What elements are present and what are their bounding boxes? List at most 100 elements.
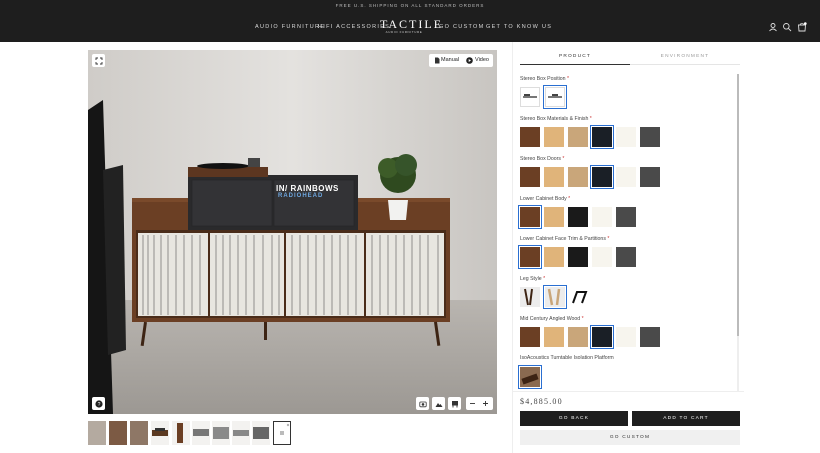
swatch-position-1[interactable] (520, 87, 540, 107)
total-price: $4,885.00 (520, 397, 563, 406)
swatch-gray[interactable] (640, 167, 660, 187)
help-button[interactable]: ? (92, 397, 105, 410)
tab-divider (630, 64, 740, 65)
nav-go-custom[interactable]: GO CUSTOM (439, 24, 485, 30)
media-toggle: Manual Video (429, 54, 493, 67)
swatch-gray[interactable] (640, 127, 660, 147)
option-label: Stereo Box Position * (520, 76, 569, 82)
swatch-black[interactable] (568, 207, 588, 227)
cart-icon[interactable] (797, 22, 807, 32)
option-label-text: Stereo Box Position (520, 76, 566, 82)
video-icon (466, 57, 473, 64)
swatch-oak[interactable] (568, 127, 588, 147)
swatch-oak[interactable] (568, 327, 588, 347)
tab-active-indicator (520, 64, 630, 65)
swatch-walnut[interactable] (520, 167, 540, 187)
mountain-icon (435, 402, 442, 407)
product-image-viewer[interactable]: IN/ RAINBOWS RADIOHEAD Manual Video ? (88, 50, 497, 414)
video-link[interactable]: Video (475, 57, 489, 63)
option-label-text: Stereo Box Doors (520, 156, 561, 162)
swatch-position-2[interactable] (543, 85, 567, 109)
brand-logo[interactable]: TACTILE AUDIO FURNITURE (380, 17, 444, 34)
manual-link[interactable]: Manual (441, 57, 459, 63)
swatch-oak[interactable] (568, 167, 588, 187)
swatch-white[interactable] (616, 127, 636, 147)
swatch-black[interactable] (568, 247, 588, 267)
swatch-black[interactable] (590, 125, 614, 149)
swatch-black[interactable] (590, 165, 614, 189)
swatch-black[interactable] (590, 325, 614, 349)
swatch-white[interactable] (616, 327, 636, 347)
swatch-maple[interactable] (544, 167, 564, 187)
swatch-gray[interactable] (616, 207, 636, 227)
swatch-gray[interactable] (616, 247, 636, 267)
swatch-white[interactable] (592, 207, 612, 227)
thumbnail[interactable] (130, 421, 148, 445)
camera-button[interactable] (416, 397, 429, 410)
swatch-maple[interactable] (544, 127, 564, 147)
ar-button[interactable] (448, 397, 461, 410)
scrollbar-thumb[interactable] (737, 74, 739, 336)
thumbnail-image (193, 429, 209, 436)
swatch-maple[interactable] (544, 247, 564, 267)
zoom-out-icon[interactable] (469, 400, 476, 407)
thumbnail[interactable] (172, 421, 190, 445)
panel-scrollbar[interactable] (737, 74, 739, 392)
thumbnail[interactable] (88, 421, 106, 445)
thumbnail[interactable] (151, 421, 169, 445)
swatch-walnut[interactable] (518, 205, 542, 229)
tab-environment[interactable]: ENVIRONMENT (630, 54, 740, 59)
required-marker: * (581, 316, 584, 322)
album-artist: RADIOHEAD (278, 193, 324, 199)
promo-banner: FREE U.S. SHIPPING ON ALL STANDARD ORDER… (335, 3, 485, 8)
swatch-walnut[interactable] (520, 327, 540, 347)
thumbnail[interactable] (232, 421, 250, 445)
swatch-white[interactable] (616, 167, 636, 187)
album-title: IN/ RAINBOWS (276, 184, 339, 193)
swatch-gray[interactable] (640, 327, 660, 347)
option-label-text: Mid Century Angled Wood (520, 316, 581, 322)
swatch-leg-metal[interactable] (569, 287, 589, 307)
product-photo (88, 50, 497, 414)
question-icon: ? (94, 399, 103, 408)
thumbnail[interactable] (252, 421, 270, 445)
swatch-leg-tapered[interactable] (520, 287, 540, 307)
required-marker: * (543, 276, 546, 282)
go-back-button[interactable]: GO BACK (520, 411, 628, 426)
logo-title: TACTILE (380, 17, 444, 31)
thumbnail[interactable] (192, 421, 210, 445)
tab-product[interactable]: PRODUCT (520, 54, 630, 59)
thumbnail-selected[interactable] (273, 421, 291, 445)
account-icon[interactable] (768, 22, 778, 32)
manual-icon (435, 57, 440, 64)
expand-icon (95, 57, 102, 64)
option-label-text: IsoAcoustics Turntable Isolation Platfor… (520, 355, 614, 361)
nav-get-to-know-us[interactable]: GET TO KNOW US (486, 24, 552, 30)
thumbnail[interactable] (109, 421, 127, 445)
required-marker: * (567, 76, 570, 82)
option-label-text: Stereo Box Materials & Finish (520, 116, 589, 122)
thumbnail-image (280, 423, 290, 435)
zoom-in-icon[interactable] (482, 400, 489, 407)
required-marker: * (562, 156, 565, 162)
swatch-white[interactable] (592, 247, 612, 267)
add-to-cart-button[interactable]: ADD TO CART (632, 411, 740, 426)
go-custom-button[interactable]: GO CUSTOM (520, 430, 740, 445)
nav-audio-furniture[interactable]: AUDIO FURNITURE (255, 24, 325, 30)
camera-icon (418, 401, 427, 407)
thumbnail-image (253, 427, 269, 439)
position-center-icon (548, 94, 562, 98)
swatch-maple[interactable] (544, 327, 564, 347)
environment-button[interactable] (432, 397, 445, 410)
swatch-leg-angled[interactable] (543, 285, 567, 309)
metal-leg-icon (572, 291, 588, 304)
furniture-icon (451, 400, 458, 407)
thumbnail[interactable] (212, 421, 230, 445)
fullscreen-button[interactable] (92, 54, 105, 67)
search-icon[interactable] (782, 22, 792, 32)
thumbnail-image (177, 423, 183, 443)
swatch-maple[interactable] (544, 207, 564, 227)
swatch-walnut[interactable] (518, 245, 542, 269)
swatch-isolation-platform[interactable] (518, 365, 542, 389)
swatch-walnut[interactable] (520, 127, 540, 147)
